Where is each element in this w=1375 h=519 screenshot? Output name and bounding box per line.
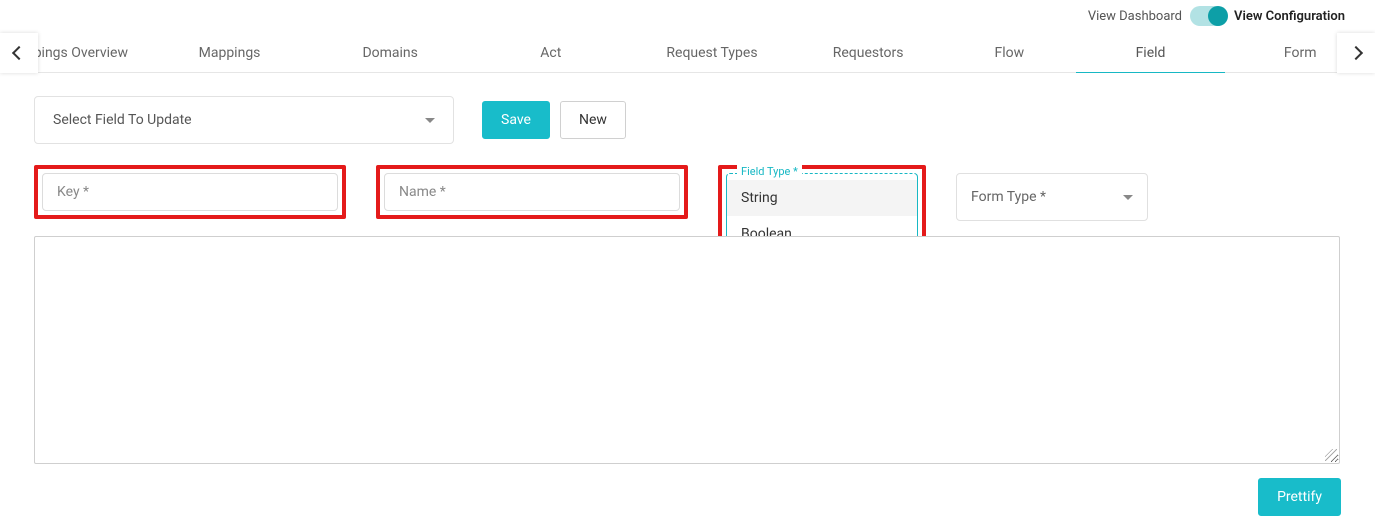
tab-label: Flow <box>994 45 1024 61</box>
tab-requestors[interactable]: Requestors <box>793 33 943 73</box>
tab-label: Requestors <box>833 45 904 61</box>
chevron-left-icon <box>12 45 26 59</box>
save-button[interactable]: Save <box>482 101 550 139</box>
chevron-right-icon <box>1349 45 1363 59</box>
prettify-wrap: Prettify <box>1258 478 1341 516</box>
prettify-button-label: Prettify <box>1277 489 1322 505</box>
key-input[interactable]: Key * <box>42 173 338 211</box>
new-button-label: New <box>579 112 607 128</box>
caret-down-icon <box>1123 195 1133 200</box>
tab-label: Mappings <box>199 45 261 61</box>
field-type-option-string[interactable]: String <box>727 180 917 216</box>
tab-request-types[interactable]: Request Types <box>631 33 794 73</box>
tabs-scroll-right[interactable] <box>1337 33 1375 73</box>
view-dashboard-label: View Dashboard <box>1088 9 1182 24</box>
new-button[interactable]: New <box>560 101 626 139</box>
toggle-knob <box>1208 6 1228 26</box>
tab-act[interactable]: Act <box>471 33 631 73</box>
tab-mappings[interactable]: Mappings <box>150 33 310 73</box>
tab-domains[interactable]: Domains <box>309 33 471 73</box>
field-type-label: Field Type * <box>737 165 802 178</box>
code-textarea[interactable] <box>34 236 1340 464</box>
controls-row: Select Field To Update Save New <box>34 96 626 144</box>
prettify-button[interactable]: Prettify <box>1258 478 1341 516</box>
form-type-label: Form Type * <box>971 189 1046 205</box>
select-field-dropdown[interactable]: Select Field To Update <box>34 96 454 144</box>
name-placeholder: Name * <box>399 184 446 200</box>
view-toggle-row: View Dashboard View Configuration <box>1088 6 1345 26</box>
tab-label: Act <box>540 45 561 61</box>
form-type-dropdown[interactable]: Form Type * <box>956 173 1148 221</box>
tab-flow[interactable]: Flow <box>943 33 1076 73</box>
view-toggle[interactable] <box>1190 6 1226 26</box>
key-placeholder: Key * <box>57 184 89 200</box>
name-input[interactable]: Name * <box>384 173 680 211</box>
save-button-label: Save <box>501 112 531 128</box>
resize-grip-icon[interactable] <box>1325 449 1337 461</box>
key-field-highlight: Key * <box>34 165 346 219</box>
view-configuration-label: View Configuration <box>1234 9 1345 24</box>
tab-label: Request Types <box>666 45 757 61</box>
tab-field[interactable]: Field <box>1076 33 1226 73</box>
name-field-highlight: Name * <box>376 165 688 219</box>
tabs-bar: pings Overview Mappings Domains Act Requ… <box>0 33 1375 73</box>
tab-label: pings Overview <box>34 45 128 61</box>
caret-down-icon <box>425 118 435 123</box>
tabs-list: pings Overview Mappings Domains Act Requ… <box>0 33 1375 73</box>
tab-label: Form <box>1284 45 1317 61</box>
select-field-label: Select Field To Update <box>53 112 192 128</box>
tab-label: Domains <box>362 45 417 61</box>
option-label: String <box>741 190 778 206</box>
tabs-scroll-left[interactable] <box>0 33 38 73</box>
tab-label: Field <box>1136 45 1166 61</box>
